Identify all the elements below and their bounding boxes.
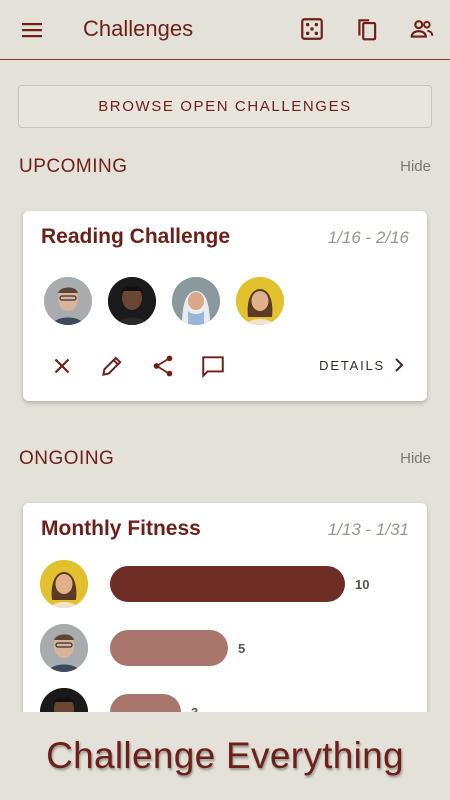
avatar[interactable]: [40, 560, 88, 608]
avatar[interactable]: [172, 277, 220, 325]
avatar[interactable]: [236, 277, 284, 325]
avatar[interactable]: [40, 624, 88, 672]
avatar[interactable]: [44, 277, 92, 325]
ongoing-heading: ONGOING: [19, 448, 115, 469]
promo-text: Challenge Everything: [46, 735, 404, 776]
page-title: Challenges: [83, 16, 194, 41]
menu-icon[interactable]: [20, 18, 44, 42]
score-bar: [110, 630, 228, 666]
dice-icon[interactable]: [299, 16, 325, 42]
copy-icon[interactable]: [354, 16, 380, 42]
edit-icon[interactable]: [99, 353, 125, 379]
challenge-title: Reading Challenge: [41, 225, 231, 248]
details-label: DETAILS: [319, 357, 385, 373]
people-icon[interactable]: [409, 16, 435, 42]
challenge-dates: 1/13 - 1/31: [327, 520, 409, 539]
score-bar: [110, 566, 345, 602]
app-bar: Challenges: [0, 0, 450, 60]
ongoing-hide-link[interactable]: Hide: [400, 450, 431, 467]
avatar[interactable]: [108, 277, 156, 325]
challenge-title: Monthly Fitness: [41, 517, 201, 540]
browse-open-challenges-button[interactable]: BROWSE OPEN CHALLENGES: [18, 85, 432, 128]
share-icon[interactable]: [150, 353, 176, 379]
score-value: 10: [355, 577, 370, 592]
chevron-right-icon: [395, 358, 404, 372]
challenge-card-reading[interactable]: Reading Challenge 1/16 - 2/16 DETAILS: [23, 211, 427, 401]
promo-banner: Challenge Everything: [0, 712, 450, 800]
comment-icon[interactable]: [200, 353, 226, 379]
details-button[interactable]: DETAILS: [319, 357, 405, 373]
score-value: 5: [238, 641, 246, 656]
upcoming-heading: UPCOMING: [19, 156, 128, 177]
upcoming-hide-link[interactable]: Hide: [400, 158, 431, 175]
close-icon[interactable]: [49, 353, 75, 379]
challenge-dates: 1/16 - 2/16: [327, 228, 409, 247]
